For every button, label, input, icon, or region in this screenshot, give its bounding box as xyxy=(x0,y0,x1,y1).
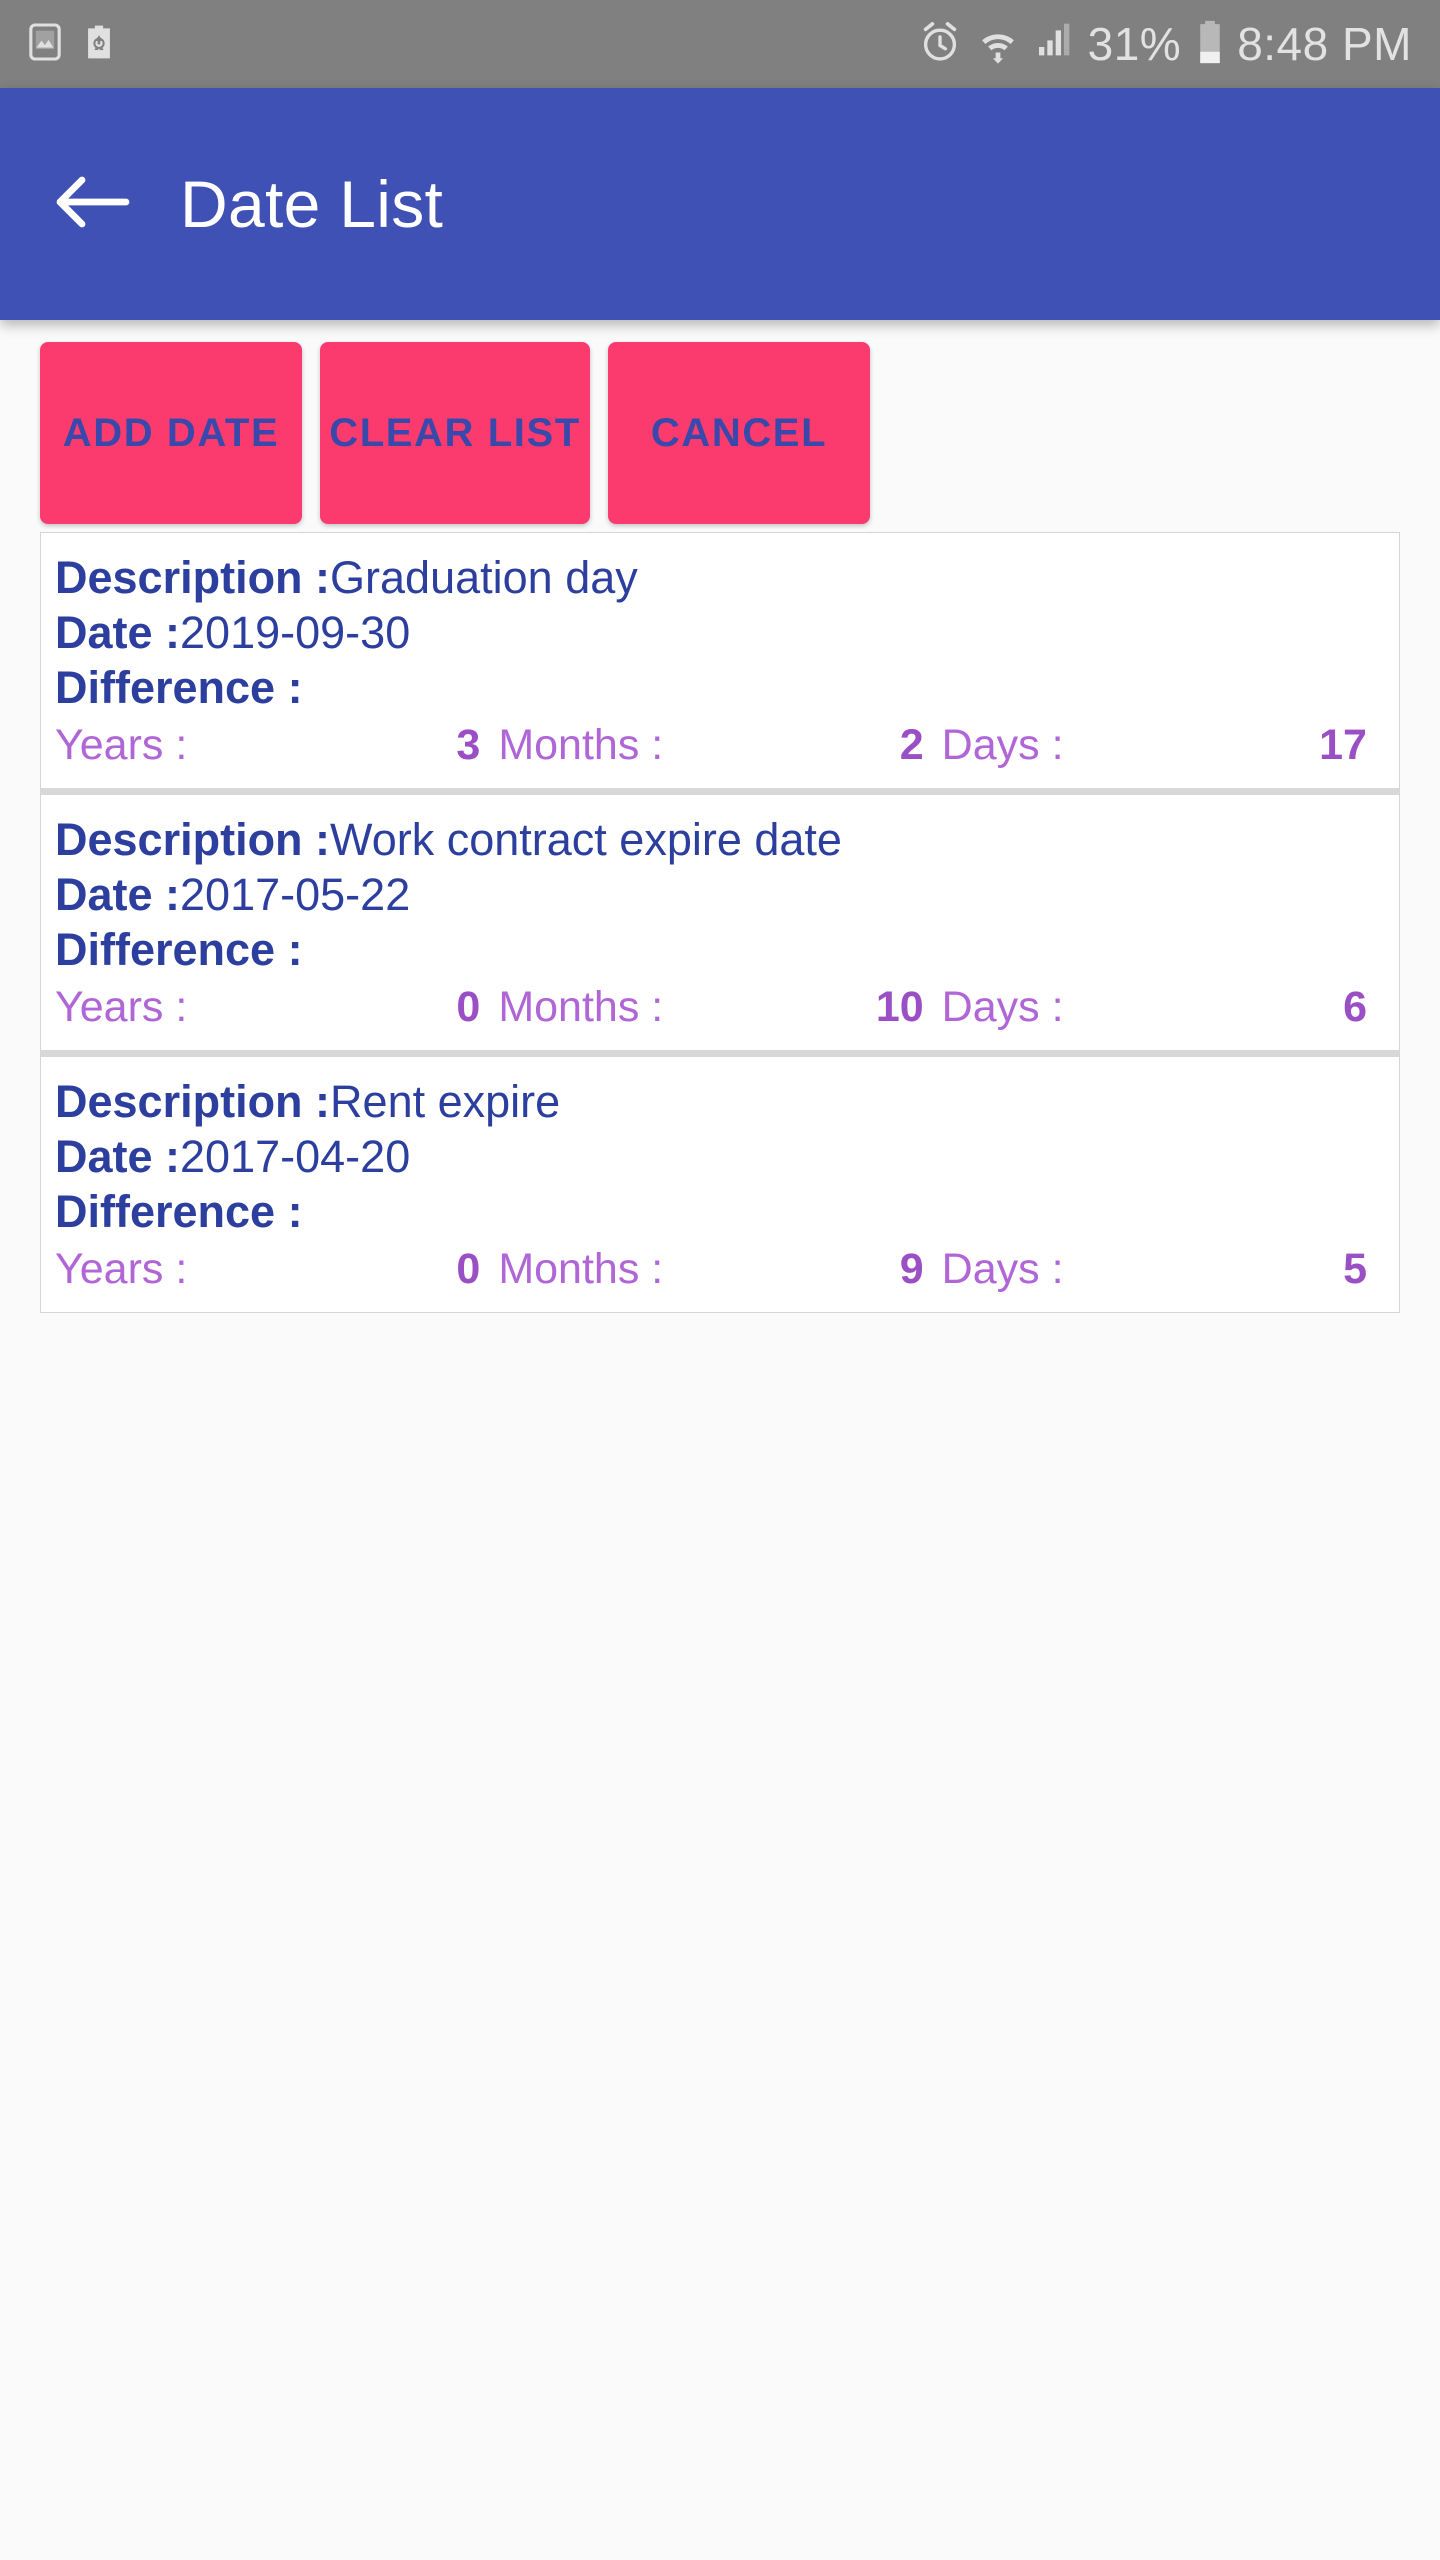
months-value: 10 xyxy=(875,983,924,1032)
description-value: Work contract expire date xyxy=(330,813,842,865)
clock-label: 8:48 PM xyxy=(1237,18,1412,70)
add-date-button[interactable]: ADD DATE xyxy=(40,342,302,524)
days-label: Days : xyxy=(941,983,1064,1032)
months-label: Months : xyxy=(498,721,664,770)
difference-label: Difference : xyxy=(55,662,303,714)
list-item[interactable]: Description :Graduation day Date :2019-0… xyxy=(41,533,1399,795)
years-value: 0 xyxy=(456,983,481,1032)
wifi-icon xyxy=(976,20,1020,69)
content-area: ADD DATE CLEAR LIST CANCEL Description :… xyxy=(0,320,1440,2560)
difference-row: Years : 3 Months : 2 Days : 17 xyxy=(55,716,1385,772)
months-value: 2 xyxy=(899,721,924,770)
years-value: 3 xyxy=(456,721,481,770)
difference-label: Difference : xyxy=(55,924,303,976)
action-button-row: ADD DATE CLEAR LIST CANCEL xyxy=(0,320,1440,524)
recycle-clipboard-icon xyxy=(84,22,114,67)
status-bar-left-icons xyxy=(28,22,114,67)
years-label: Years : xyxy=(55,983,188,1032)
date-label: Date : xyxy=(55,868,181,920)
difference-label: Difference : xyxy=(55,1185,303,1237)
years-label: Years : xyxy=(55,1245,188,1294)
days-value: 17 xyxy=(1319,721,1367,770)
date-value: 2017-04-20 xyxy=(180,1130,411,1182)
page-title: Date List xyxy=(180,167,444,241)
date-line: Date :2017-05-22 xyxy=(55,868,1385,921)
days-cell: Days : 6 xyxy=(942,982,1385,1034)
description-value: Rent expire xyxy=(330,1075,561,1127)
days-cell: Days : 5 xyxy=(942,1244,1385,1296)
description-line: Description :Rent expire xyxy=(55,1075,1385,1128)
status-bar: 31% 8:48 PM xyxy=(0,0,1440,88)
date-value: 2017-05-22 xyxy=(180,868,411,920)
back-arrow-icon xyxy=(54,172,130,237)
difference-row: Years : 0 Months : 9 Days : 5 xyxy=(55,1240,1385,1296)
date-value: 2019-09-30 xyxy=(180,607,411,659)
status-bar-right-group: 31% 8:48 PM xyxy=(918,19,1412,70)
battery-percent-label: 31% xyxy=(1087,18,1182,70)
alarm-clock-icon xyxy=(918,20,962,69)
app-bar: Date List xyxy=(0,88,1440,320)
clear-list-button[interactable]: CLEAR LIST xyxy=(320,342,590,524)
months-label: Months : xyxy=(498,1245,664,1294)
description-value: Graduation day xyxy=(330,552,638,603)
description-line: Description :Graduation day xyxy=(55,551,1385,604)
description-label: Description : xyxy=(55,552,331,603)
date-label: Date : xyxy=(55,1130,181,1182)
list-item[interactable]: Description :Rent expire Date :2017-04-2… xyxy=(41,1056,1399,1312)
description-line: Description :Work contract expire date xyxy=(55,813,1385,866)
date-line: Date :2019-09-30 xyxy=(55,606,1385,659)
days-label: Days : xyxy=(941,1245,1064,1294)
months-value: 9 xyxy=(899,1245,924,1294)
years-cell: Years : 0 xyxy=(55,1244,498,1296)
days-cell: Days : 17 xyxy=(942,720,1385,772)
years-cell: Years : 0 xyxy=(55,982,498,1034)
list-item[interactable]: Description :Work contract expire date D… xyxy=(41,794,1399,1057)
difference-row: Years : 0 Months : 10 Days : 6 xyxy=(55,978,1385,1034)
months-cell: Months : 9 xyxy=(498,1244,941,1296)
back-button[interactable] xyxy=(46,158,138,250)
years-value: 0 xyxy=(456,1245,481,1294)
months-label: Months : xyxy=(498,983,664,1032)
description-label: Description : xyxy=(55,1075,331,1127)
date-line: Date :2017-04-20 xyxy=(55,1130,1385,1183)
date-label: Date : xyxy=(55,607,181,659)
cancel-button[interactable]: CANCEL xyxy=(608,342,870,524)
months-cell: Months : 2 xyxy=(498,720,941,772)
description-label: Description : xyxy=(55,813,331,865)
years-label: Years : xyxy=(55,721,188,770)
cellular-signal-icon xyxy=(1034,20,1074,69)
battery-icon xyxy=(1197,19,1223,70)
date-list[interactable]: Description :Graduation day Date :2019-0… xyxy=(40,532,1400,1313)
days-value: 5 xyxy=(1343,1245,1367,1294)
years-cell: Years : 3 xyxy=(55,720,498,772)
screenshot-image-icon xyxy=(28,22,62,67)
days-label: Days : xyxy=(941,721,1064,770)
months-cell: Months : 10 xyxy=(498,982,941,1034)
days-value: 6 xyxy=(1343,983,1367,1032)
